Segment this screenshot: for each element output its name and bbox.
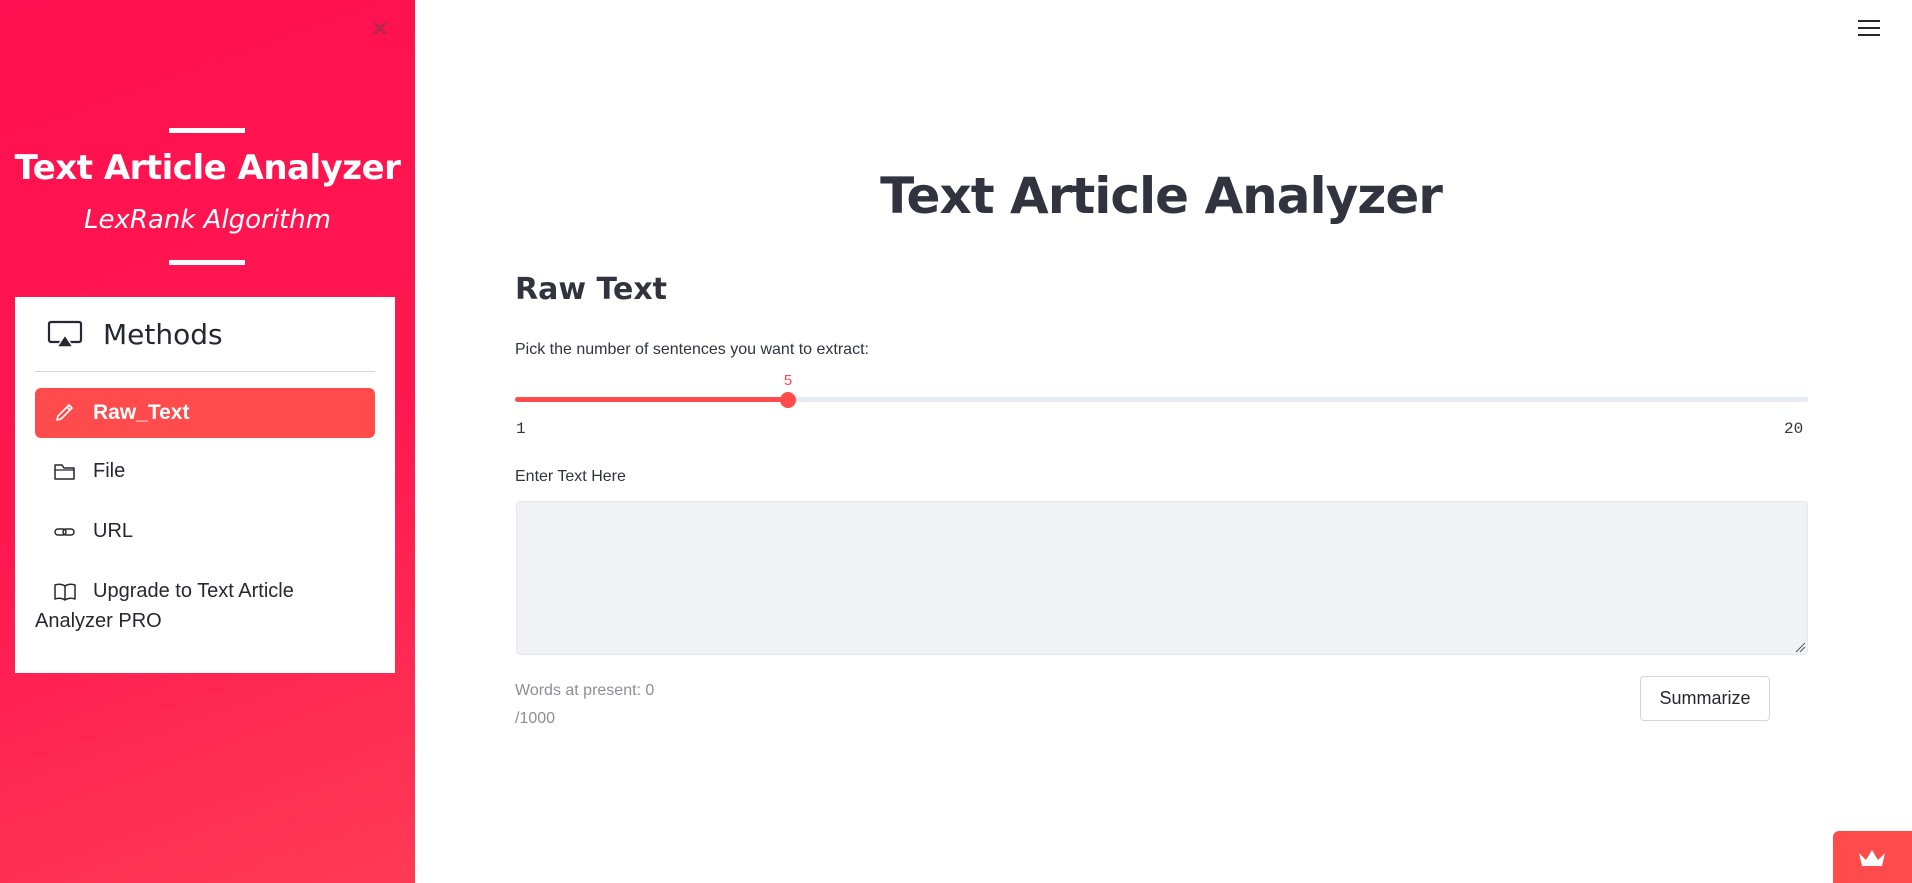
summarize-button[interactable]: Summarize bbox=[1640, 676, 1770, 721]
menu-header: Methods bbox=[35, 297, 375, 372]
resize-grip-icon[interactable] bbox=[1794, 641, 1806, 653]
link-icon bbox=[54, 528, 75, 536]
menu-item-file[interactable]: File bbox=[35, 460, 375, 483]
text-input-area[interactable] bbox=[516, 501, 1808, 655]
textarea-label: Enter Text Here bbox=[515, 468, 626, 485]
streamlit-badge[interactable] bbox=[1833, 831, 1912, 883]
slider-thumb[interactable] bbox=[780, 392, 796, 408]
airplay-icon bbox=[47, 320, 83, 348]
menu-item-label: Raw_Text bbox=[93, 401, 190, 424]
menu-item-label: File bbox=[93, 460, 126, 482]
page-title: Text Article Analyzer bbox=[880, 167, 1443, 225]
sidebar: × Text Article Analyzer LexRank Algorith… bbox=[0, 0, 415, 883]
book-icon bbox=[54, 583, 76, 601]
menu-item-raw-text[interactable]: Raw_Text bbox=[35, 388, 375, 438]
menu-title: Methods bbox=[103, 317, 223, 351]
pencil-icon bbox=[56, 404, 73, 421]
folder-icon bbox=[54, 464, 75, 480]
menu-item-label: URL bbox=[93, 520, 134, 542]
title-divider-top bbox=[169, 128, 245, 133]
methods-menu: Methods Raw_Text File URL Upgrade to Tex… bbox=[15, 297, 395, 673]
slider-max-label: 20 bbox=[1784, 420, 1804, 438]
slider-min-label: 1 bbox=[516, 420, 526, 438]
crown-icon bbox=[1859, 850, 1885, 866]
close-sidebar-button[interactable]: × bbox=[366, 14, 394, 42]
menu-item-label-continued: Analyzer PRO bbox=[35, 610, 162, 632]
slider-label: Pick the number of sentences you want to… bbox=[515, 341, 869, 358]
menu-item-upgrade-pro[interactable]: Upgrade to Text Article bbox=[35, 580, 375, 606]
sidebar-subtitle: LexRank Algorithm bbox=[84, 205, 331, 235]
slider-fill bbox=[515, 397, 788, 402]
menu-item-label: Upgrade to Text Article bbox=[93, 580, 294, 602]
sidebar-title: Text Article Analyzer bbox=[14, 148, 401, 188]
slider-value: 5 bbox=[783, 372, 793, 389]
hamburger-menu-icon[interactable] bbox=[1858, 20, 1880, 40]
words-limit-text: /1000 bbox=[515, 710, 556, 727]
menu-item-url[interactable]: URL bbox=[35, 520, 375, 543]
section-title: Raw Text bbox=[515, 272, 668, 307]
words-count-text: Words at present: 0 bbox=[515, 682, 655, 699]
title-divider-bottom bbox=[169, 260, 245, 265]
